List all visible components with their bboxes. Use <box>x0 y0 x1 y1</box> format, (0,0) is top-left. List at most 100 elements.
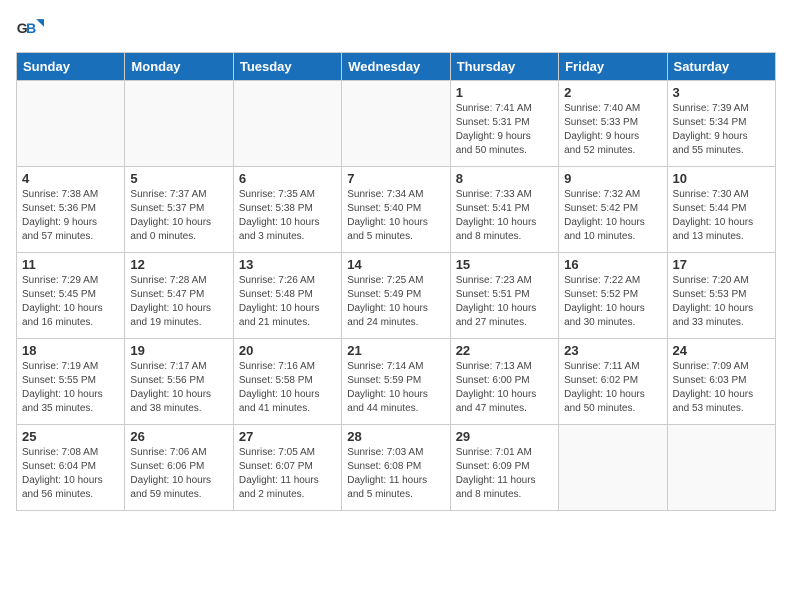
day-info: Sunrise: 7:32 AM Sunset: 5:42 PM Dayligh… <box>564 188 661 244</box>
day-info: Sunrise: 7:20 AM Sunset: 5:53 PM Dayligh… <box>673 274 770 330</box>
logo: G B <box>16 16 48 44</box>
calendar-cell: 17 Sunrise: 7:20 AM Sunset: 5:53 PM Dayli… <box>667 253 775 339</box>
calendar-header-friday: Friday <box>559 53 667 81</box>
day-info: Sunrise: 7:01 AM Sunset: 6:09 PM Dayligh… <box>456 446 553 502</box>
calendar-header-monday: Monday <box>125 53 233 81</box>
day-info: Sunrise: 7:26 AM Sunset: 5:48 PM Dayligh… <box>239 274 336 330</box>
calendar-week-row: 4 Sunrise: 7:38 AM Sunset: 5:36 PM Daylig… <box>17 167 776 253</box>
logo-icon: G B <box>16 16 44 44</box>
day-number: 22 <box>456 343 553 358</box>
day-info: Sunrise: 7:28 AM Sunset: 5:47 PM Dayligh… <box>130 274 227 330</box>
calendar-cell: 1 Sunrise: 7:41 AM Sunset: 5:31 PM Daylig… <box>450 81 558 167</box>
calendar-cell: 8Sunrise: 7:33 AM Sunset: 5:41 PM Daylig… <box>450 167 558 253</box>
calendar-cell: 14 Sunrise: 7:25 AM Sunset: 5:49 PM Dayli… <box>342 253 450 339</box>
day-number: 13 <box>239 257 336 272</box>
calendar-cell: 10 Sunrise: 7:30 AM Sunset: 5:44 PM Dayli… <box>667 167 775 253</box>
day-number: 4 <box>22 171 119 186</box>
day-number: 1 <box>456 85 553 100</box>
day-number: 11 <box>22 257 119 272</box>
svg-text:B: B <box>26 20 36 36</box>
day-number: 6 <box>239 171 336 186</box>
calendar-cell: 11 Sunrise: 7:29 AM Sunset: 5:45 PM Dayli… <box>17 253 125 339</box>
calendar-cell: 2 Sunrise: 7:40 AM Sunset: 5:33 PM Daylig… <box>559 81 667 167</box>
calendar-cell: 6 Sunrise: 7:35 AM Sunset: 5:38 PM Daylig… <box>233 167 341 253</box>
calendar-cell: 25 Sunrise: 7:08 AM Sunset: 6:04 PM Dayli… <box>17 425 125 511</box>
calendar-cell: 4 Sunrise: 7:38 AM Sunset: 5:36 PM Daylig… <box>17 167 125 253</box>
day-number: 3 <box>673 85 770 100</box>
calendar-cell: 9 Sunrise: 7:32 AM Sunset: 5:42 PM Daylig… <box>559 167 667 253</box>
day-number: 16 <box>564 257 661 272</box>
day-number: 19 <box>130 343 227 358</box>
calendar-cell: 29 Sunrise: 7:01 AM Sunset: 6:09 PM Dayli… <box>450 425 558 511</box>
calendar-cell: 7 Sunrise: 7:34 AM Sunset: 5:40 PM Daylig… <box>342 167 450 253</box>
day-info: Sunrise: 7:09 AM Sunset: 6:03 PM Dayligh… <box>673 360 770 416</box>
day-info: Sunrise: 7:16 AM Sunset: 5:58 PM Dayligh… <box>239 360 336 416</box>
day-number: 28 <box>347 429 444 444</box>
calendar-cell: 19Sunrise: 7:17 AM Sunset: 5:56 PM Dayli… <box>125 339 233 425</box>
day-info: Sunrise: 7:19 AM Sunset: 5:55 PM Dayligh… <box>22 360 119 416</box>
calendar-cell: 23 Sunrise: 7:11 AM Sunset: 6:02 PM Dayli… <box>559 339 667 425</box>
calendar-cell <box>17 81 125 167</box>
day-info: Sunrise: 7:11 AM Sunset: 6:02 PM Dayligh… <box>564 360 661 416</box>
day-number: 8 <box>456 171 553 186</box>
calendar-week-row: 11 Sunrise: 7:29 AM Sunset: 5:45 PM Dayli… <box>17 253 776 339</box>
calendar-week-row: 1 Sunrise: 7:41 AM Sunset: 5:31 PM Daylig… <box>17 81 776 167</box>
day-number: 2 <box>564 85 661 100</box>
day-number: 15 <box>456 257 553 272</box>
calendar-cell: 21 Sunrise: 7:14 AM Sunset: 5:59 PM Dayli… <box>342 339 450 425</box>
day-info: Sunrise: 7:39 AM Sunset: 5:34 PM Dayligh… <box>673 102 770 158</box>
calendar-cell: 13 Sunrise: 7:26 AM Sunset: 5:48 PM Dayli… <box>233 253 341 339</box>
day-info: Sunrise: 7:41 AM Sunset: 5:31 PM Dayligh… <box>456 102 553 158</box>
calendar-header-sunday: Sunday <box>17 53 125 81</box>
calendar-cell: 18 Sunrise: 7:19 AM Sunset: 5:55 PM Dayli… <box>17 339 125 425</box>
day-number: 25 <box>22 429 119 444</box>
day-number: 20 <box>239 343 336 358</box>
calendar-cell: 24Sunrise: 7:09 AM Sunset: 6:03 PM Dayli… <box>667 339 775 425</box>
day-info: Sunrise: 7:05 AM Sunset: 6:07 PM Dayligh… <box>239 446 336 502</box>
calendar-cell <box>125 81 233 167</box>
day-info: Sunrise: 7:37 AM Sunset: 5:37 PM Dayligh… <box>130 188 227 244</box>
calendar-header-thursday: Thursday <box>450 53 558 81</box>
day-info: Sunrise: 7:29 AM Sunset: 5:45 PM Dayligh… <box>22 274 119 330</box>
calendar-cell: 27 Sunrise: 7:05 AM Sunset: 6:07 PM Dayli… <box>233 425 341 511</box>
calendar-cell: 28Sunrise: 7:03 AM Sunset: 6:08 PM Dayli… <box>342 425 450 511</box>
day-number: 18 <box>22 343 119 358</box>
day-number: 12 <box>130 257 227 272</box>
calendar-cell: 16 Sunrise: 7:22 AM Sunset: 5:52 PM Dayli… <box>559 253 667 339</box>
day-info: Sunrise: 7:08 AM Sunset: 6:04 PM Dayligh… <box>22 446 119 502</box>
calendar-cell: 5 Sunrise: 7:37 AM Sunset: 5:37 PM Daylig… <box>125 167 233 253</box>
calendar-header-wednesday: Wednesday <box>342 53 450 81</box>
day-info: Sunrise: 7:38 AM Sunset: 5:36 PM Dayligh… <box>22 188 119 244</box>
day-number: 10 <box>673 171 770 186</box>
calendar-cell: 12 Sunrise: 7:28 AM Sunset: 5:47 PM Dayli… <box>125 253 233 339</box>
calendar-header-saturday: Saturday <box>667 53 775 81</box>
day-number: 17 <box>673 257 770 272</box>
day-info: Sunrise: 7:25 AM Sunset: 5:49 PM Dayligh… <box>347 274 444 330</box>
calendar-cell: 20 Sunrise: 7:16 AM Sunset: 5:58 PM Dayli… <box>233 339 341 425</box>
day-info: Sunrise: 7:34 AM Sunset: 5:40 PM Dayligh… <box>347 188 444 244</box>
day-info: Sunrise: 7:30 AM Sunset: 5:44 PM Dayligh… <box>673 188 770 244</box>
day-number: 26 <box>130 429 227 444</box>
day-number: 14 <box>347 257 444 272</box>
page-header: G B <box>16 16 776 44</box>
day-number: 23 <box>564 343 661 358</box>
day-number: 5 <box>130 171 227 186</box>
day-info: Sunrise: 7:23 AM Sunset: 5:51 PM Dayligh… <box>456 274 553 330</box>
day-info: Sunrise: 7:40 AM Sunset: 5:33 PM Dayligh… <box>564 102 661 158</box>
day-info: Sunrise: 7:14 AM Sunset: 5:59 PM Dayligh… <box>347 360 444 416</box>
calendar-cell <box>667 425 775 511</box>
day-number: 7 <box>347 171 444 186</box>
day-info: Sunrise: 7:22 AM Sunset: 5:52 PM Dayligh… <box>564 274 661 330</box>
calendar-cell <box>559 425 667 511</box>
calendar-cell: 15 Sunrise: 7:23 AM Sunset: 5:51 PM Dayli… <box>450 253 558 339</box>
day-number: 29 <box>456 429 553 444</box>
calendar-cell: 3 Sunrise: 7:39 AM Sunset: 5:34 PM Daylig… <box>667 81 775 167</box>
day-info: Sunrise: 7:35 AM Sunset: 5:38 PM Dayligh… <box>239 188 336 244</box>
calendar-header-tuesday: Tuesday <box>233 53 341 81</box>
calendar-cell: 22 Sunrise: 7:13 AM Sunset: 6:00 PM Dayli… <box>450 339 558 425</box>
day-number: 21 <box>347 343 444 358</box>
day-info: Sunrise: 7:13 AM Sunset: 6:00 PM Dayligh… <box>456 360 553 416</box>
day-number: 27 <box>239 429 336 444</box>
calendar-table: SundayMondayTuesdayWednesdayThursdayFrid… <box>16 52 776 511</box>
day-number: 9 <box>564 171 661 186</box>
